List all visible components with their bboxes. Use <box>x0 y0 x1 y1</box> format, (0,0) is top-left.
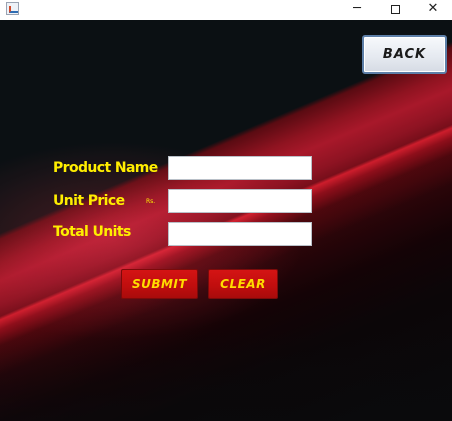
close-icon: ✕ <box>427 1 439 16</box>
close-button[interactable]: ✕ <box>414 0 452 20</box>
app-window: ─ ✕ BACK Product Name Unit Price Rs. Tot… <box>0 0 452 421</box>
java-app-icon <box>6 2 19 15</box>
total-units-label: Total Units <box>53 224 131 240</box>
background-fade <box>0 331 452 421</box>
unit-price-label: Unit Price <box>53 193 125 209</box>
total-units-input[interactable] <box>168 222 312 246</box>
submit-button[interactable]: SUBMIT <box>121 269 198 299</box>
minimize-button[interactable]: ─ <box>338 0 376 20</box>
product-name-label: Product Name <box>53 160 158 176</box>
maximize-icon <box>390 5 400 14</box>
unit-price-input[interactable] <box>168 189 312 213</box>
form-panel: BACK Product Name Unit Price Rs. Total U… <box>0 20 452 421</box>
minimize-icon: ─ <box>353 1 361 16</box>
product-name-input[interactable] <box>168 156 312 180</box>
title-bar: ─ ✕ <box>0 0 452 20</box>
clear-button[interactable]: CLEAR <box>208 269 278 299</box>
currency-label: Rs. <box>146 198 156 205</box>
maximize-button[interactable] <box>376 0 414 20</box>
back-button[interactable]: BACK <box>362 35 447 74</box>
